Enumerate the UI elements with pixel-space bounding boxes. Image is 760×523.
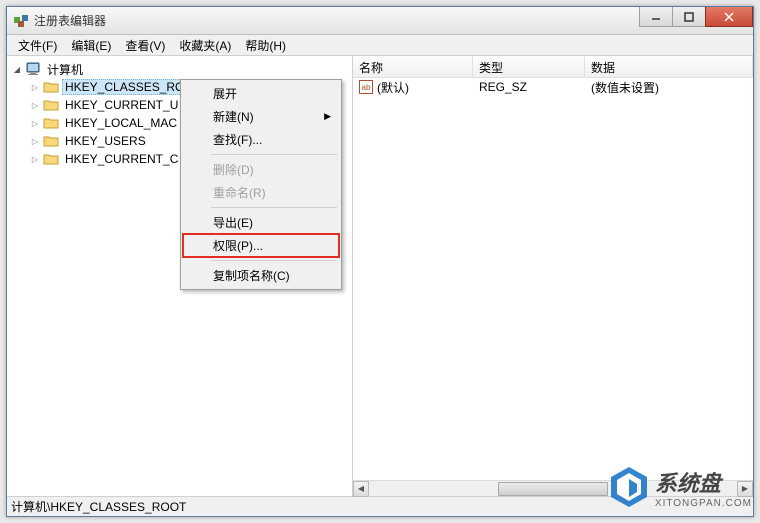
list-pane: 名称 类型 数据 ab (默认) REG_SZ (数值未设置) ◀ [353,56,753,496]
tree-label: HKEY_USERS [62,133,149,149]
menu-separator [211,154,337,155]
cm-export[interactable]: 导出(E) [183,211,339,234]
folder-icon [43,152,59,166]
list-header: 名称 类型 数据 [353,56,753,78]
window-controls [640,7,753,27]
expander-icon[interactable] [27,79,43,95]
tree-label: HKEY_LOCAL_MAC [62,115,180,131]
watermark-text: 系统盘 XITONGPAN.COM [655,466,752,509]
app-icon [13,13,29,29]
computer-icon [25,61,41,77]
cm-delete: 删除(D) [183,158,339,181]
maximize-button[interactable] [672,7,706,27]
string-value-icon: ab [359,80,373,94]
column-data[interactable]: 数据 [585,56,753,77]
expander-icon[interactable] [27,151,43,167]
watermark-cn: 系统盘 [655,466,752,498]
status-path: 计算机\HKEY_CLASSES_ROOT [11,498,186,515]
column-name[interactable]: 名称 [353,56,473,77]
cm-find[interactable]: 查找(F)... [183,128,339,151]
menu-separator [211,207,337,208]
watermark-en: XITONGPAN.COM [655,498,752,509]
expander-icon[interactable] [27,133,43,149]
cm-new[interactable]: 新建(N)▶ [183,105,339,128]
submenu-arrow-icon: ▶ [324,111,331,122]
folder-icon [43,80,59,94]
scroll-thumb[interactable] [498,482,608,496]
menu-favorites[interactable]: 收藏夹(A) [172,35,238,56]
content-area: 计算机 HKEY_CLASSES_ROOT HKEY_CURRENT_U HKE… [7,56,753,496]
menu-file[interactable]: 文件(F) [11,35,64,56]
menu-separator [211,260,337,261]
cell-name: ab (默认) [353,78,473,97]
expander-icon[interactable] [27,97,43,113]
close-button[interactable] [705,7,753,27]
cm-expand[interactable]: 展开 [183,82,339,105]
menubar: 文件(F) 编辑(E) 查看(V) 收藏夹(A) 帮助(H) [7,35,753,56]
watermark: 系统盘 XITONGPAN.COM [607,465,752,509]
expander-icon[interactable] [27,115,43,131]
list-body[interactable]: ab (默认) REG_SZ (数值未设置) ◀ ▶ [353,78,753,496]
context-menu: 展开 新建(N)▶ 查找(F)... 删除(D) 重命名(R) 导出(E) 权限… [180,79,342,290]
titlebar[interactable]: 注册表编辑器 [7,7,753,35]
cm-permissions[interactable]: 权限(P)... [183,234,339,257]
tree-label: HKEY_CURRENT_C [62,151,181,167]
column-type[interactable]: 类型 [473,56,585,77]
scroll-left-button[interactable]: ◀ [353,481,369,497]
expander-icon[interactable] [9,61,25,77]
cm-rename: 重命名(R) [183,181,339,204]
cm-copy-key-name[interactable]: 复制项名称(C) [183,264,339,287]
tree-root[interactable]: 计算机 [9,60,350,78]
menu-view[interactable]: 查看(V) [118,35,172,56]
cell-type: REG_SZ [473,79,585,95]
folder-icon [43,116,59,130]
tree-label: 计算机 [44,60,86,79]
registry-editor-window: 注册表编辑器 文件(F) 编辑(E) 查看(V) 收藏夹(A) 帮助(H) 计算… [6,6,754,517]
menu-edit[interactable]: 编辑(E) [64,35,118,56]
menu-help[interactable]: 帮助(H) [238,35,293,56]
watermark-icon [607,465,651,509]
list-row[interactable]: ab (默认) REG_SZ (数值未设置) [353,78,753,96]
folder-icon [43,98,59,112]
value-name: (默认) [377,79,409,96]
cell-data: (数值未设置) [585,78,753,97]
folder-icon [43,134,59,148]
minimize-button[interactable] [639,7,673,27]
tree-label: HKEY_CURRENT_U [62,97,181,113]
